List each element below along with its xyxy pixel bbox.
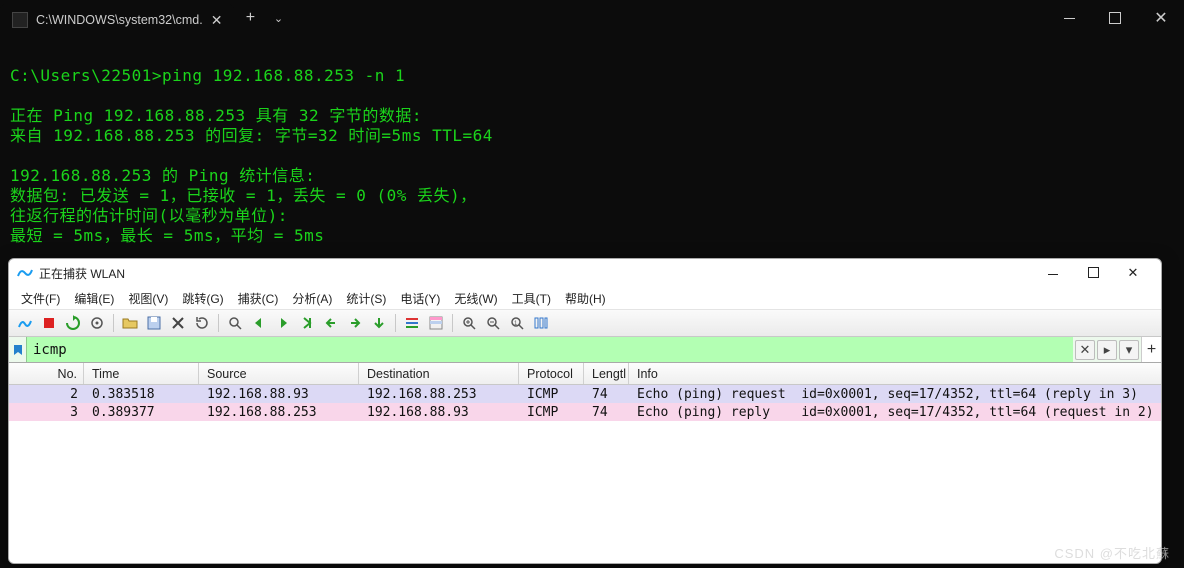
open-file-icon[interactable] (120, 313, 140, 333)
col-header-time[interactable]: Time (84, 363, 199, 384)
menu-item[interactable]: 文件(F) (15, 288, 66, 309)
wireshark-window: 正在捕获 WLAN ✕ 文件(F)编辑(E)视图(V)跳转(G)捕获(C)分析(… (8, 258, 1162, 564)
zoom-reset-icon[interactable]: 1 (507, 313, 527, 333)
capture-options-icon[interactable] (87, 313, 107, 333)
filter-apply-button[interactable]: ▸ (1097, 340, 1117, 360)
stop-capture-icon[interactable] (39, 313, 59, 333)
menu-item[interactable]: 视图(V) (122, 288, 174, 309)
wireshark-app-icon (17, 265, 33, 281)
go-back-icon[interactable] (249, 313, 269, 333)
filter-clear-button[interactable]: ✕ (1075, 340, 1095, 360)
wireshark-menubar: 文件(F)编辑(E)视图(V)跳转(G)捕获(C)分析(A)统计(S)电话(Y)… (9, 287, 1161, 309)
zoom-in-icon[interactable] (459, 313, 479, 333)
terminal-line (10, 86, 1174, 106)
ws-close-button[interactable]: ✕ (1113, 265, 1153, 281)
menu-item[interactable]: 捕获(C) (232, 288, 285, 309)
zoom-out-icon[interactable] (483, 313, 503, 333)
cmd-tab[interactable]: C:\WINDOWS\system32\cmd. ✕ (0, 4, 234, 36)
cmd-tab-title: C:\WINDOWS\system32\cmd. (36, 13, 203, 27)
menu-item[interactable]: 无线(W) (448, 288, 503, 309)
cmd-close-button[interactable]: ✕ (1138, 0, 1184, 36)
col-header-len[interactable]: Lengtl (584, 363, 629, 384)
go-forward-icon[interactable] (273, 313, 293, 333)
terminal-line: 正在 Ping 192.168.88.253 具有 32 字节的数据: (10, 106, 1174, 126)
reload-icon[interactable] (192, 313, 212, 333)
packet-row[interactable]: 20.383518192.168.88.93192.168.88.253ICMP… (9, 385, 1161, 403)
filter-add-button[interactable]: + (1141, 337, 1161, 362)
go-last-icon[interactable] (345, 313, 365, 333)
packet-list[interactable]: No. Time Source Destination Protocol Len… (9, 363, 1161, 563)
col-header-proto[interactable]: Protocol (519, 363, 584, 384)
menu-item[interactable]: 统计(S) (340, 288, 392, 309)
menu-item[interactable]: 工具(T) (506, 288, 557, 309)
col-header-dst[interactable]: Destination (359, 363, 519, 384)
cmd-tab-icon (12, 12, 28, 28)
coloring-rules-icon[interactable] (426, 313, 446, 333)
menu-item[interactable]: 分析(A) (286, 288, 338, 309)
display-filter-input[interactable] (27, 337, 1073, 362)
menu-item[interactable]: 帮助(H) (559, 288, 612, 309)
terminal-line: 192.168.88.253 的 Ping 统计信息: (10, 166, 1174, 186)
col-header-no[interactable]: No. (9, 363, 84, 384)
restart-capture-icon[interactable] (63, 313, 83, 333)
command: ping 192.168.88.253 -n 1 (162, 66, 405, 85)
menu-item[interactable]: 跳转(G) (176, 288, 229, 309)
wireshark-titlebar[interactable]: 正在捕获 WLAN ✕ (9, 259, 1161, 287)
col-header-info[interactable]: Info (629, 363, 1161, 384)
tab-dropdown-button[interactable]: ⌄ (266, 0, 290, 36)
cmd-minimize-button[interactable] (1046, 0, 1092, 36)
cmd-titlebar: C:\WINDOWS\system32\cmd. ✕ + ⌄ ✕ (0, 0, 1184, 36)
ws-minimize-button[interactable] (1033, 266, 1073, 281)
ws-maximize-button[interactable] (1073, 266, 1113, 281)
save-file-icon[interactable] (144, 313, 164, 333)
go-to-packet-icon[interactable] (297, 313, 317, 333)
start-capture-icon[interactable] (15, 313, 35, 333)
packet-list-header[interactable]: No. Time Source Destination Protocol Len… (9, 363, 1161, 385)
filter-bookmark-icon[interactable] (9, 337, 27, 362)
close-tab-icon[interactable]: ✕ (211, 12, 223, 29)
terminal-line: 往返行程的估计时间(以毫秒为单位): (10, 206, 1174, 226)
watermark-text: CSDN @不吃北蘇 (1054, 543, 1170, 562)
colorize-icon[interactable] (402, 313, 422, 333)
menu-item[interactable]: 编辑(E) (68, 288, 120, 309)
resize-columns-icon[interactable] (531, 313, 551, 333)
terminal-line: 数据包: 已发送 = 1，已接收 = 1，丢失 = 0 (0% 丢失)， (10, 186, 1174, 206)
auto-scroll-icon[interactable] (369, 313, 389, 333)
close-file-icon[interactable] (168, 313, 188, 333)
cmd-maximize-button[interactable] (1092, 0, 1138, 36)
prompt: C:\Users\22501> (10, 66, 162, 85)
new-tab-button[interactable]: + (234, 0, 266, 36)
terminal-line: 最短 = 5ms，最长 = 5ms，平均 = 5ms (10, 226, 1174, 246)
wireshark-filterbar: ✕ ▸ ▾ + (9, 337, 1161, 363)
filter-history-button[interactable]: ▾ (1119, 340, 1139, 360)
find-packet-icon[interactable] (225, 313, 245, 333)
terminal-line (10, 146, 1174, 166)
menu-item[interactable]: 电话(Y) (394, 288, 446, 309)
packet-row[interactable]: 30.389377192.168.88.253192.168.88.93ICMP… (9, 403, 1161, 421)
col-header-src[interactable]: Source (199, 363, 359, 384)
go-first-icon[interactable] (321, 313, 341, 333)
wireshark-toolbar: 1 (9, 309, 1161, 337)
terminal-line: 来自 192.168.88.253 的回复: 字节=32 时间=5ms TTL=… (10, 126, 1174, 146)
wireshark-title: 正在捕获 WLAN (39, 265, 125, 282)
terminal-output[interactable]: C:\Users\22501>ping 192.168.88.253 -n 1 … (0, 36, 1184, 256)
